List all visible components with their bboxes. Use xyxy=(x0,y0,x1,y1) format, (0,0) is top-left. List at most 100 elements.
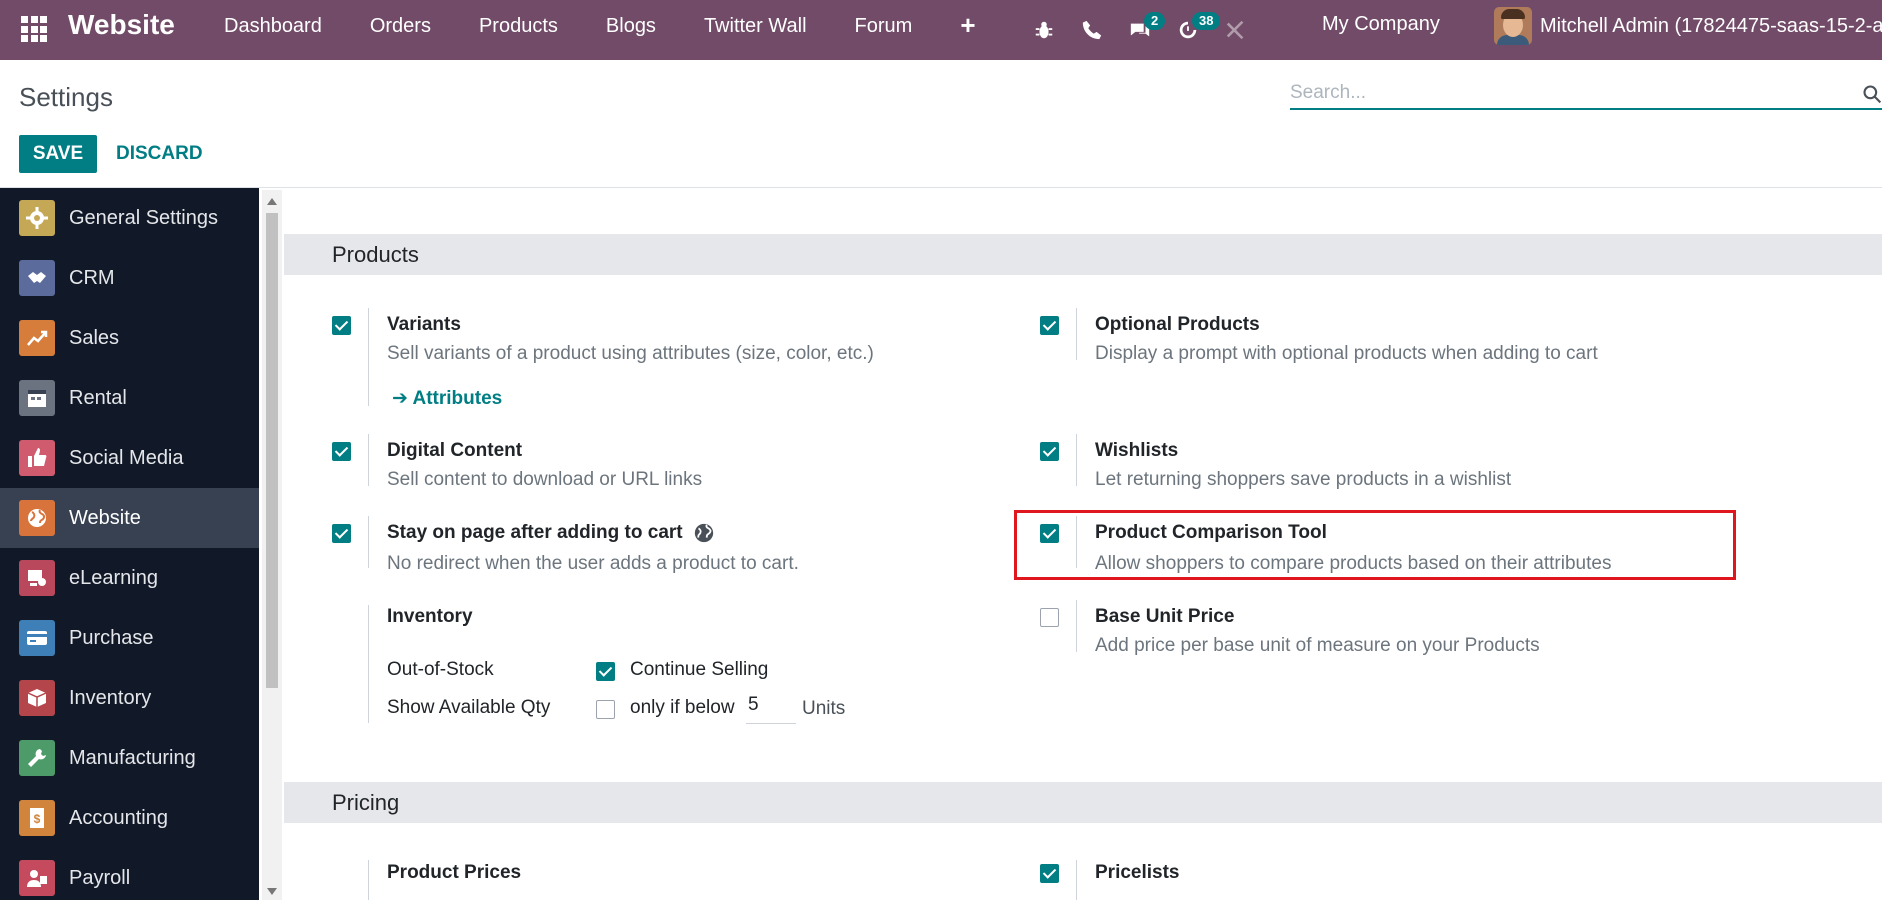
content-scrollbar[interactable] xyxy=(262,190,282,900)
variants-title: Variants xyxy=(387,314,461,335)
divider xyxy=(1076,434,1077,486)
product-prices-title: Product Prices xyxy=(387,862,522,883)
gear-icon xyxy=(19,200,55,236)
product-comparison-title: Product Comparison Tool xyxy=(1095,522,1327,543)
product-comparison-checkbox[interactable] xyxy=(1040,524,1059,543)
out-of-stock-label: Out-of-Stock xyxy=(387,659,494,680)
threshold-input[interactable]: 5 xyxy=(746,694,796,724)
base-unit-price-title: Base Unit Price xyxy=(1095,606,1235,627)
phone-icon[interactable] xyxy=(1068,4,1116,56)
divider xyxy=(368,308,369,406)
menu-twitter-wall[interactable]: Twitter Wall xyxy=(680,0,831,60)
variants-checkbox[interactable] xyxy=(332,316,351,335)
stay-on-page-title: Stay on page after adding to cart xyxy=(387,522,715,544)
tools-icon[interactable] xyxy=(1212,4,1260,56)
show-available-qty-label: Show Available Qty xyxy=(387,697,551,718)
section-title: Pricing xyxy=(332,790,400,815)
base-unit-price-checkbox[interactable] xyxy=(1040,608,1059,627)
sidebar-item-purchase[interactable]: Purchase xyxy=(0,608,259,668)
stay-on-page-description: No redirect when the user adds a product… xyxy=(387,553,799,574)
wishlists-description: Let returning shoppers save products in … xyxy=(1095,469,1512,490)
pricelists-title: Pricelists xyxy=(1095,862,1180,883)
continue-selling-label: Continue Selling xyxy=(630,659,769,680)
attributes-link[interactable]: ➔ Attributes xyxy=(392,387,502,410)
optional-products-title: Optional Products xyxy=(1095,314,1260,335)
sidebar-item-label: Manufacturing xyxy=(69,746,196,769)
sidebar-item-sales[interactable]: Sales xyxy=(0,308,259,368)
inventory-title: Inventory xyxy=(387,606,473,627)
digital-content-checkbox[interactable] xyxy=(332,442,351,461)
activity-icon[interactable]: 38 xyxy=(1164,4,1221,56)
settings-sidebar: General Settings CRM Sales Rental Social… xyxy=(0,188,259,900)
digital-content-description: Sell content to download or URL links xyxy=(387,469,703,490)
section-pricing-header: Pricing xyxy=(284,782,1882,823)
avatar xyxy=(1494,7,1532,45)
search-input[interactable] xyxy=(1290,76,1882,110)
menu-new-plus[interactable]: + xyxy=(936,0,999,60)
product-comparison-description: Allow shoppers to compare products based… xyxy=(1095,553,1612,574)
bug-icon[interactable] xyxy=(1020,4,1068,56)
discard-button[interactable]: DISCARD xyxy=(116,135,203,173)
sidebar-item-label: Purchase xyxy=(69,626,154,649)
sidebar-item-label: eLearning xyxy=(69,566,158,589)
handshake-icon xyxy=(19,260,55,296)
wrench-icon xyxy=(19,740,55,776)
continue-selling-checkbox[interactable] xyxy=(596,662,615,681)
menu-dashboard[interactable]: Dashboard xyxy=(200,0,346,60)
sidebar-item-crm[interactable]: CRM xyxy=(0,248,259,308)
menu-products[interactable]: Products xyxy=(455,0,582,60)
sidebar-item-inventory[interactable]: Inventory xyxy=(0,668,259,728)
sidebar-item-payroll[interactable]: Payroll xyxy=(0,848,259,900)
scroll-up-arrow-icon[interactable] xyxy=(267,198,277,205)
app-brand[interactable]: Website xyxy=(68,9,175,41)
section-title: Products xyxy=(332,242,419,267)
divider xyxy=(1076,600,1077,652)
page-title: Settings xyxy=(19,82,113,112)
stay-on-page-checkbox[interactable] xyxy=(332,524,351,543)
menu-forum[interactable]: Forum xyxy=(831,0,937,60)
scroll-down-arrow-icon[interactable] xyxy=(267,888,277,895)
thumbs-up-icon xyxy=(19,440,55,476)
optional-products-checkbox[interactable] xyxy=(1040,316,1059,335)
scroll-thumb[interactable] xyxy=(266,213,278,688)
divider xyxy=(1076,308,1077,360)
globe-icon xyxy=(19,500,55,536)
sidebar-item-label: CRM xyxy=(69,266,115,289)
attributes-link-label: Attributes xyxy=(412,388,503,409)
divider xyxy=(368,516,369,568)
arrow-right-icon: ➔ xyxy=(392,388,413,409)
pricelists-checkbox[interactable] xyxy=(1040,864,1059,883)
menu-orders[interactable]: Orders xyxy=(346,0,455,60)
messages-badge: 2 xyxy=(1144,12,1166,30)
units-label: Units xyxy=(802,698,846,719)
sidebar-item-accounting[interactable]: $ Accounting xyxy=(0,788,259,848)
sidebar-item-label: Accounting xyxy=(69,806,168,829)
chart-icon xyxy=(19,320,55,356)
company-switcher[interactable]: My Company xyxy=(1322,13,1440,36)
divider xyxy=(1076,516,1077,568)
wishlists-title: Wishlists xyxy=(1095,440,1179,461)
optional-products-description: Display a prompt with optional products … xyxy=(1095,343,1598,364)
sidebar-item-elearning[interactable]: eLearning xyxy=(0,548,259,608)
sidebar-item-manufacturing[interactable]: Manufacturing xyxy=(0,728,259,788)
wishlists-checkbox[interactable] xyxy=(1040,442,1059,461)
save-button[interactable]: SAVE xyxy=(19,135,97,173)
sidebar-item-label: General Settings xyxy=(69,206,218,229)
sidebar-item-label: Rental xyxy=(69,386,127,409)
chat-icon[interactable]: 2 xyxy=(1116,4,1166,56)
apps-menu-icon[interactable] xyxy=(19,14,47,42)
sidebar-item-social-media[interactable]: Social Media xyxy=(0,428,259,488)
only-if-below-checkbox[interactable] xyxy=(596,700,615,719)
user-menu[interactable]: Mitchell Admin (17824475-saas-15-2-al xyxy=(1494,7,1882,45)
sidebar-item-label: Inventory xyxy=(69,686,152,709)
globe-icon[interactable] xyxy=(693,522,715,544)
settings-content: Products Variants Sell variants of a pro… xyxy=(284,190,1882,900)
sidebar-item-rental[interactable]: Rental xyxy=(0,368,259,428)
stay-on-page-label: Stay on page after adding to cart xyxy=(387,522,683,544)
search-icon[interactable] xyxy=(1862,84,1882,104)
divider xyxy=(1076,860,1077,900)
menu-blogs[interactable]: Blogs xyxy=(582,0,680,60)
sidebar-item-website[interactable]: Website xyxy=(0,488,259,548)
invoice-icon: $ xyxy=(19,800,55,836)
sidebar-item-general-settings[interactable]: General Settings xyxy=(0,188,259,248)
